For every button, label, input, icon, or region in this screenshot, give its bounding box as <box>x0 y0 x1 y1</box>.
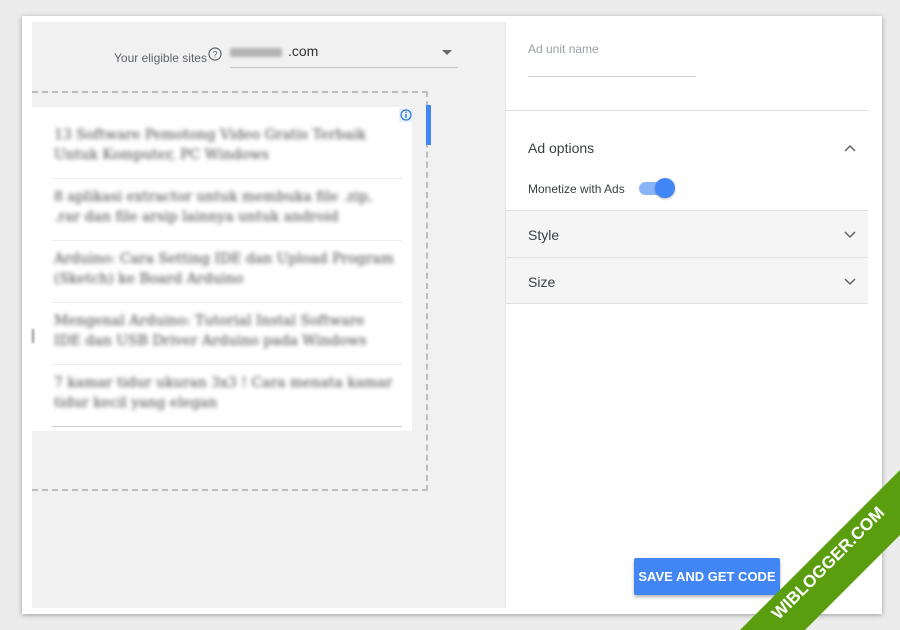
ad-item-text: Arduino: Cara Setting IDE dan Upload Pro… <box>54 251 394 287</box>
ad-item-text: 7 kamar tidur ukuran 3x3 ! Cara menata k… <box>54 375 393 411</box>
size-section[interactable]: Size <box>506 257 868 304</box>
chevron-down-icon <box>844 278 856 286</box>
ad-item-text: 13 Software Pemotong Video Gratis Terbai… <box>54 127 367 163</box>
style-title: Style <box>528 227 560 243</box>
settings-panel: Ad unit name Ad options Monetize with Ad… <box>505 22 868 608</box>
ad-preview-pane: Your eligible sites ? .com 13 Software P… <box>32 22 505 608</box>
help-icon[interactable]: ? <box>208 47 222 61</box>
ad-options-section: Ad options Monetize with Ads <box>506 111 868 211</box>
app-window: Your eligible sites ? .com 13 Software P… <box>22 16 882 614</box>
list-item[interactable]: 13 Software Pemotong Video Gratis Terbai… <box>52 117 402 179</box>
list-item[interactable]: 7 kamar tidur ukuran 3x3 ! Cara menata k… <box>52 365 402 427</box>
ad-unit-name-field[interactable] <box>528 76 696 77</box>
list-item[interactable]: 8 aplikasi extractor untuk membuka file … <box>52 179 402 241</box>
chevron-up-icon[interactable] <box>844 144 856 152</box>
monetize-toggle[interactable] <box>639 178 675 198</box>
style-section[interactable]: Style <box>506 210 868 257</box>
svg-text:?: ? <box>212 49 217 59</box>
toggle-knob <box>655 178 675 198</box>
ad-item-text: 8 aplikasi extractor untuk membuka file … <box>54 189 373 225</box>
ad-item-text: Mengenal Arduino: Tutorial Instal Softwa… <box>54 313 367 349</box>
list-item[interactable]: Arduino: Cara Setting IDE dan Upload Pro… <box>52 241 402 303</box>
divider <box>506 303 868 304</box>
dropdown-arrow-icon <box>442 50 452 55</box>
chevron-down-icon <box>844 231 856 239</box>
save-and-get-code-button[interactable]: SAVE AND GET CODE <box>634 558 780 595</box>
size-title: Size <box>528 274 556 290</box>
ad-preview-area: 13 Software Pemotong Video Gratis Terbai… <box>32 91 431 491</box>
site-dropdown-value: .com <box>288 43 319 59</box>
monetize-label: Monetize with Ads <box>528 182 625 196</box>
ad-options-title[interactable]: Ad options <box>528 140 594 156</box>
list-item[interactable]: Mengenal Arduino: Tutorial Instal Softwa… <box>52 303 402 365</box>
preview-resize-handle[interactable] <box>426 105 431 145</box>
ad-unit-name-label: Ad unit name <box>528 42 599 56</box>
site-name-redacted <box>230 48 282 57</box>
ad-preview-card: 13 Software Pemotong Video Gratis Terbai… <box>32 107 413 431</box>
site-dropdown[interactable]: .com <box>230 38 458 68</box>
eligible-sites-label: Your eligible sites <box>114 51 207 65</box>
edge-mark <box>32 329 34 343</box>
